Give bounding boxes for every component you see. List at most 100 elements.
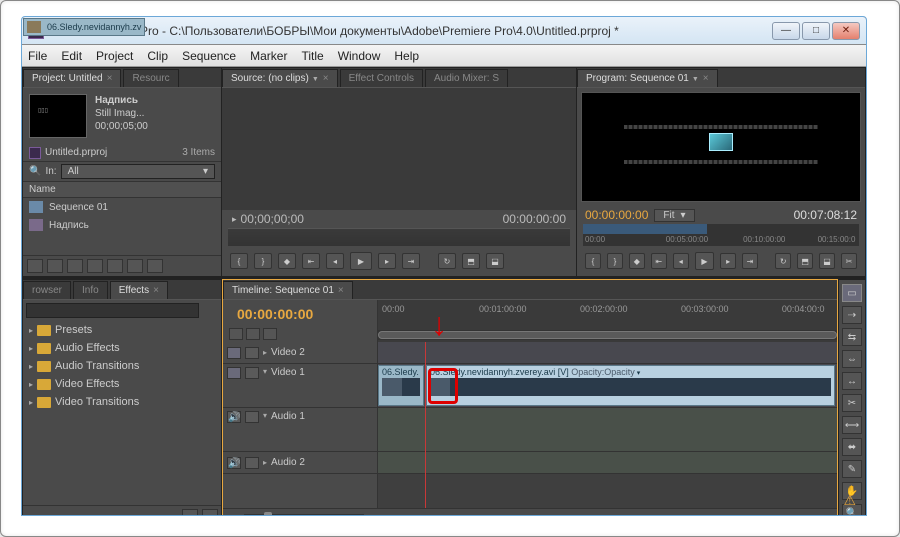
- zoom-out-icon[interactable]: ▭: [229, 512, 238, 516]
- bin-item-sequence[interactable]: Sequence 01: [23, 198, 221, 216]
- close-button[interactable]: ✕: [832, 22, 860, 40]
- prog-loop-button[interactable]: ↻: [775, 253, 791, 269]
- menu-sequence[interactable]: Sequence: [182, 49, 236, 63]
- marker-button[interactable]: ◆: [278, 253, 296, 269]
- bin-item-clip[interactable]: 06.Sledy.nevidannyh.zv: [23, 18, 145, 36]
- source-tc-in[interactable]: ▸00;00;00;00: [232, 212, 304, 226]
- prog-step-back-button[interactable]: ◂: [673, 253, 689, 269]
- marker-tl-button[interactable]: [246, 328, 260, 340]
- slide-tool[interactable]: ⬌: [842, 438, 862, 456]
- delete-effect-button[interactable]: [202, 509, 218, 516]
- insert-button[interactable]: ⬒: [462, 253, 480, 269]
- menu-marker[interactable]: Marker: [250, 49, 287, 63]
- program-ruler[interactable]: 00:00 00:05:00:00 00:10:00:00 00:15:00:0: [583, 224, 859, 246]
- source-tc-out[interactable]: 00:00:00:00: [503, 212, 566, 226]
- tab-program[interactable]: Program: Sequence 01▼×: [577, 69, 718, 87]
- list-view-button[interactable]: [27, 259, 43, 273]
- menu-file[interactable]: File: [28, 49, 47, 63]
- effects-search-input[interactable]: [26, 303, 199, 318]
- lock-icon[interactable]: [245, 367, 259, 379]
- menu-project[interactable]: Project: [96, 49, 133, 63]
- source-monitor[interactable]: [222, 88, 576, 210]
- new-custom-bin-button[interactable]: [182, 509, 198, 516]
- new-item-button[interactable]: [127, 259, 143, 273]
- prog-set-in-button[interactable]: {: [585, 253, 601, 269]
- prog-goto-out-button[interactable]: ⇥: [742, 253, 758, 269]
- new-bin-button[interactable]: [107, 259, 123, 273]
- search-icon[interactable]: 🔍: [29, 166, 41, 177]
- track-audio1-header[interactable]: 🔊 ▾Audio 1: [223, 408, 377, 452]
- set-in-button[interactable]: {: [230, 253, 248, 269]
- extract-button[interactable]: ⬓: [819, 253, 835, 269]
- menu-edit[interactable]: Edit: [61, 49, 82, 63]
- source-ruler[interactable]: [228, 228, 570, 246]
- lock-icon[interactable]: [245, 411, 259, 423]
- tab-project[interactable]: Project: Untitled×: [23, 69, 121, 87]
- slip-tool[interactable]: ⟷: [842, 416, 862, 434]
- menu-help[interactable]: Help: [394, 49, 419, 63]
- play-button[interactable]: ▶: [350, 252, 372, 270]
- track-video2-header[interactable]: ▸Video 2: [223, 342, 377, 364]
- folder-audio-effects[interactable]: ▸Audio Effects: [23, 339, 221, 357]
- eye-icon[interactable]: [227, 347, 241, 359]
- folder-presets[interactable]: ▸Presets: [23, 321, 221, 339]
- timeline-content[interactable]: 06.Sledy. 06.Sledy.nevidannyh.zverey.avi…: [378, 342, 837, 508]
- icon-view-button[interactable]: [47, 259, 63, 273]
- timeline-timecode[interactable]: 00:00:00:00: [229, 302, 371, 326]
- delete-button[interactable]: [147, 259, 163, 273]
- prog-goto-in-button[interactable]: ⇤: [651, 253, 667, 269]
- find-button[interactable]: [87, 259, 103, 273]
- track-video1-header[interactable]: ▾Video 1: [223, 364, 377, 408]
- snap-button[interactable]: [229, 328, 243, 340]
- overlay-button[interactable]: ⬓: [486, 253, 504, 269]
- program-monitor[interactable]: [581, 92, 861, 202]
- track-select-tool[interactable]: ⇢: [842, 306, 862, 324]
- clip-2[interactable]: 06.Sledy.nevidannyh.zverey.avi [V] Opaci…: [426, 365, 835, 406]
- prog-play-button[interactable]: ▶: [695, 252, 714, 270]
- rate-stretch-tool[interactable]: ↔: [842, 372, 862, 390]
- filter-dropdown[interactable]: All▾: [61, 164, 215, 179]
- selection-tool[interactable]: ▭: [842, 284, 862, 302]
- menu-title[interactable]: Title: [301, 49, 323, 63]
- track-video2[interactable]: [378, 342, 837, 364]
- bin-item-title[interactable]: Надпись: [23, 216, 221, 234]
- step-back-button[interactable]: ◂: [326, 253, 344, 269]
- prog-step-fwd-button[interactable]: ▸: [720, 253, 736, 269]
- maximize-button[interactable]: □: [802, 22, 830, 40]
- ripple-edit-tool[interactable]: ⇆: [842, 328, 862, 346]
- prog-marker-button[interactable]: ◆: [629, 253, 645, 269]
- zoom-slider[interactable]: [244, 514, 364, 517]
- tab-effect-controls[interactable]: Effect Controls: [340, 69, 423, 87]
- goto-out-button[interactable]: ⇥: [402, 253, 420, 269]
- folder-video-effects[interactable]: ▸Video Effects: [23, 375, 221, 393]
- tab-info[interactable]: Info: [73, 281, 108, 299]
- prog-set-out-button[interactable]: }: [607, 253, 623, 269]
- pen-tool[interactable]: ✎: [842, 460, 862, 478]
- menu-clip[interactable]: Clip: [147, 49, 168, 63]
- rolling-edit-tool[interactable]: ⇔: [842, 350, 862, 368]
- clip-1[interactable]: 06.Sledy.: [378, 365, 424, 406]
- program-tc-current[interactable]: 00:00:00:00: [585, 208, 648, 222]
- folder-audio-transitions[interactable]: ▸Audio Transitions: [23, 357, 221, 375]
- playhead[interactable]: [425, 342, 426, 508]
- razor-tool[interactable]: ✂: [842, 394, 862, 412]
- menu-window[interactable]: Window: [338, 49, 381, 63]
- tab-audio-mixer[interactable]: Audio Mixer: S: [425, 69, 508, 87]
- speaker-icon[interactable]: 🔊: [227, 457, 241, 469]
- zoom-in-icon[interactable]: ▬: [370, 513, 379, 517]
- folder-video-transitions[interactable]: ▸Video Transitions: [23, 393, 221, 411]
- loop-button[interactable]: ↻: [438, 253, 456, 269]
- track-audio2[interactable]: [378, 452, 837, 474]
- automate-button[interactable]: [67, 259, 83, 273]
- eye-icon[interactable]: [227, 367, 241, 379]
- trim-button[interactable]: ✂: [841, 253, 857, 269]
- lift-button[interactable]: ⬒: [797, 253, 813, 269]
- zoom-fit-dropdown[interactable]: Fit▾: [654, 209, 694, 222]
- tab-source[interactable]: Source: (no clips)▼×: [222, 69, 338, 87]
- tab-timeline[interactable]: Timeline: Sequence 01×: [223, 281, 353, 299]
- speaker-icon[interactable]: 🔊: [227, 411, 241, 423]
- set-out-button[interactable]: }: [254, 253, 272, 269]
- track-audio2-header[interactable]: 🔊 ▸Audio 2: [223, 452, 377, 474]
- tab-browser[interactable]: rowser: [23, 281, 71, 299]
- lock-icon[interactable]: [245, 457, 259, 469]
